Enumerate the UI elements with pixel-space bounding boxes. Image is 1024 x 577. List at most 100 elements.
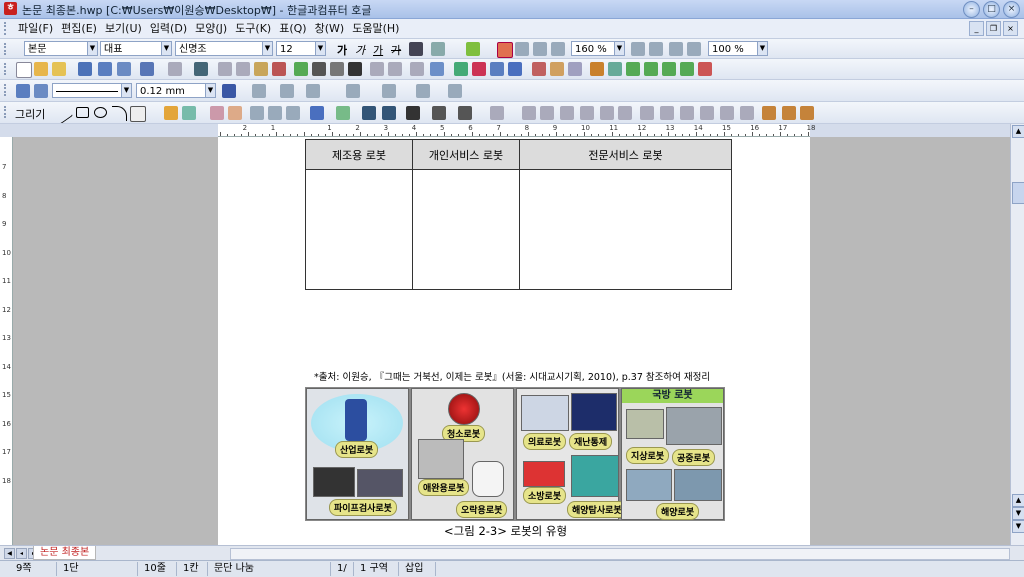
link-icon[interactable] — [370, 62, 384, 76]
shadow-icon[interactable] — [362, 106, 376, 120]
table-icon[interactable] — [430, 62, 444, 76]
arc-tool-icon[interactable] — [112, 106, 127, 121]
app-icon[interactable]: ㅎ — [4, 2, 17, 15]
scrollbar-thumb[interactable] — [1012, 182, 1024, 204]
line-tool-icon[interactable] — [52, 103, 74, 124]
scroll-up-icon[interactable]: ▲ — [1012, 125, 1024, 138]
polygon-tool-icon[interactable] — [130, 106, 146, 122]
line-style-select[interactable]: ▼ — [52, 83, 132, 98]
minimize-button[interactable]: – — [963, 1, 980, 18]
open-folder-icon[interactable] — [52, 62, 66, 76]
char-shape-icon[interactable] — [431, 42, 445, 56]
indent-increase-icon[interactable] — [649, 42, 663, 56]
close-button[interactable]: × — [1003, 1, 1020, 18]
cell-align-icon[interactable] — [416, 84, 430, 98]
page-up-icon[interactable]: ▲ — [1012, 494, 1024, 507]
bring-front-icon[interactable] — [782, 106, 796, 120]
quick-correct-icon[interactable] — [662, 62, 676, 76]
underline-button[interactable]: 가 — [373, 42, 383, 58]
tab-first-icon[interactable]: ◀ — [4, 548, 15, 559]
doc-close-button[interactable]: × — [1003, 21, 1018, 36]
send-back-icon[interactable] — [800, 106, 814, 120]
menu-window[interactable]: 창(W) — [311, 22, 349, 35]
column-icon[interactable] — [312, 62, 326, 76]
select-icon[interactable] — [250, 106, 264, 120]
line-spacing-select[interactable]: 160 % ▼ — [571, 41, 625, 56]
menu-edit[interactable]: 편집(E) — [57, 22, 101, 35]
ungroup-icon[interactable] — [286, 106, 300, 120]
horizontal-ruler[interactable]: 2 1 1 2 3 4 5 6 7 8 9 10 11 12 13 14 15 16 17 18 — [218, 124, 816, 137]
indent-decrease-icon[interactable] — [631, 42, 645, 56]
line-width-select[interactable]: 0.12 mm ▼ — [136, 83, 216, 98]
dictionary-icon[interactable] — [590, 62, 604, 76]
object-properties-icon[interactable] — [762, 106, 776, 120]
spellcheck-icon[interactable] — [608, 62, 622, 76]
tab-prev-icon[interactable]: ◂ — [16, 548, 27, 559]
chart-icon[interactable] — [454, 62, 468, 76]
find-icon[interactable] — [194, 62, 208, 76]
align-center-icon[interactable] — [533, 42, 547, 56]
menu-table[interactable]: 표(Q) — [275, 22, 310, 35]
italic-button[interactable]: 가 — [355, 42, 365, 58]
new-document-icon[interactable] — [16, 62, 32, 78]
pen-color-icon[interactable] — [310, 106, 324, 120]
cell-icon[interactable] — [280, 84, 294, 98]
picture-insert-icon[interactable] — [228, 106, 242, 120]
pen-tool-icon[interactable] — [164, 106, 178, 120]
maximize-button[interactable]: □ — [983, 1, 1000, 18]
group-icon[interactable] — [268, 106, 282, 120]
strike-button[interactable]: 가 — [391, 42, 401, 58]
bullet-list-icon[interactable] — [687, 42, 701, 56]
scroll-down-icon[interactable]: ▼ — [1012, 507, 1024, 520]
table-cell[interactable] — [412, 169, 520, 290]
calendar-icon[interactable] — [698, 62, 712, 76]
vertical-scrollbar[interactable]: ▲ ▲ ▼ ▼ — [1010, 124, 1024, 545]
split-icon[interactable] — [348, 62, 362, 76]
connector-icon[interactable] — [182, 106, 196, 120]
rotate-icon[interactable] — [560, 106, 574, 120]
vertical-ruler[interactable]: 7 8 9 10 11 12 13 14 15 16 17 18 — [0, 137, 13, 545]
contrast-icon[interactable] — [680, 106, 694, 120]
textart-icon[interactable] — [490, 62, 504, 76]
memo-icon[interactable] — [532, 62, 546, 76]
image-icon[interactable] — [410, 62, 424, 76]
order-icon[interactable] — [490, 106, 504, 120]
table-header-cell[interactable]: 제조용 로봇 — [305, 139, 413, 170]
align-right-icon[interactable] — [551, 42, 565, 56]
merge-icon[interactable] — [306, 84, 320, 98]
caption-icon[interactable] — [720, 106, 734, 120]
font-select[interactable]: 신명조 ▼ — [175, 41, 273, 56]
table-style-icon[interactable] — [448, 84, 462, 98]
template-icon[interactable] — [34, 62, 48, 76]
table-header-cell[interactable]: 개인서비스 로봇 — [412, 139, 520, 170]
effects-icon[interactable] — [700, 106, 714, 120]
cut-icon[interactable] — [218, 62, 232, 76]
bookmark-icon[interactable] — [388, 62, 402, 76]
robot-types-figure[interactable]: 산업로봇 파이프검사로봇 청소로봇 애완용로봇 오락용로봇 의료로봇 재난통제 … — [305, 387, 725, 521]
equation-icon[interactable] — [472, 62, 486, 76]
preview-icon[interactable] — [117, 62, 131, 76]
3d-icon[interactable] — [382, 106, 396, 120]
table-header-cell[interactable]: 전문서비스 로봇 — [519, 139, 732, 170]
textbox-icon[interactable] — [210, 106, 224, 120]
doc-restore-button[interactable]: ❐ — [986, 21, 1001, 36]
menu-format[interactable]: 모양(J) — [191, 22, 231, 35]
arrow-style-icon[interactable] — [458, 106, 472, 120]
line-weight-icon[interactable] — [406, 106, 420, 120]
copy-icon[interactable] — [236, 62, 250, 76]
zoom-select[interactable]: 100 % ▼ — [708, 41, 768, 56]
rectangle-tool-icon[interactable] — [76, 107, 89, 118]
paste-icon[interactable] — [254, 62, 268, 76]
document-page[interactable]: 제조용 로봇 개인서비스 로봇 전문서비스 로봇 *출처: 이원승, 『그때는 … — [218, 137, 810, 545]
page-setup-icon[interactable] — [330, 62, 344, 76]
line-color-icon[interactable] — [222, 84, 236, 98]
undo-icon[interactable] — [140, 62, 154, 76]
bold-button[interactable]: 가 — [337, 42, 347, 58]
robot-type-table[interactable]: 제조용 로봇 개인서비스 로봇 전문서비스 로봇 — [305, 139, 732, 290]
menu-tools[interactable]: 도구(K) — [231, 22, 275, 35]
save-icon[interactable] — [78, 62, 92, 76]
align-left-icon[interactable] — [515, 42, 529, 56]
edit-icon[interactable] — [16, 84, 30, 98]
print-icon[interactable] — [98, 62, 112, 76]
draw-menu-button[interactable]: 그리기 — [15, 106, 45, 122]
